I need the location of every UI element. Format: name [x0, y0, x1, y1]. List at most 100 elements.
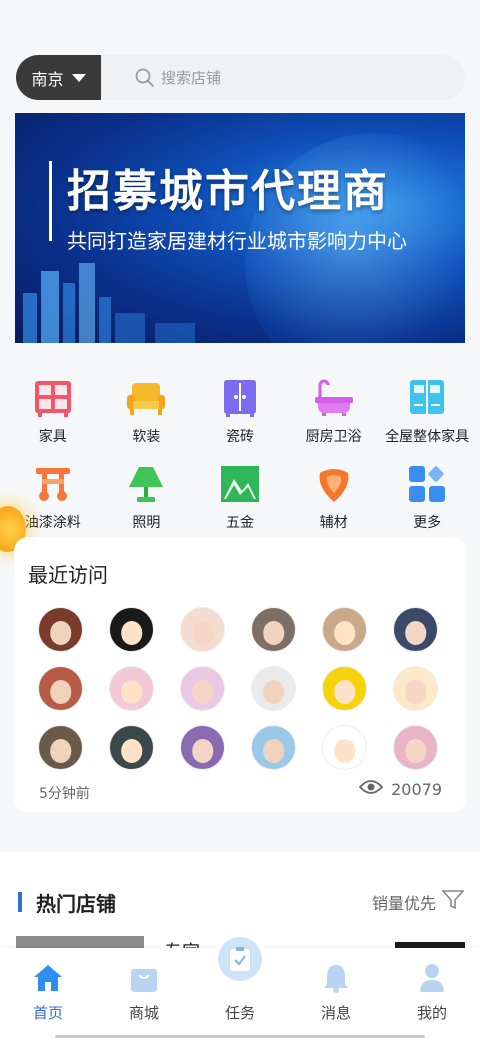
- banner-title: 招募城市代理商: [67, 166, 389, 217]
- task-spacer: [224, 962, 256, 994]
- bell-icon: [320, 962, 352, 994]
- category-label: 五金: [225, 515, 254, 531]
- nav-task[interactable]: 任务: [210, 962, 270, 1023]
- avatar-face: [404, 738, 427, 763]
- search-placeholder: 搜索店铺: [161, 69, 222, 87]
- avatar-face: [191, 679, 214, 704]
- avatar-face: [191, 620, 214, 645]
- sort-label: 销量优先: [371, 894, 436, 913]
- hardware-icon: [220, 464, 260, 504]
- category-label: 厨房卫浴: [305, 429, 362, 445]
- avatar-face: [49, 679, 72, 704]
- avatar-face: [404, 679, 427, 704]
- view-count-value: 20079: [391, 779, 442, 799]
- avatar-face: [120, 738, 143, 763]
- avatar-face: [333, 620, 356, 645]
- search-icon: [135, 68, 155, 88]
- eye-icon: [358, 779, 384, 799]
- lamp-icon: [126, 464, 166, 504]
- category-tile[interactable]: 瓷砖: [193, 378, 287, 446]
- material-icon: [314, 464, 354, 504]
- title-divider: [49, 161, 52, 241]
- visitor-avatar[interactable]: [393, 607, 438, 652]
- visitor-avatar[interactable]: [180, 666, 225, 711]
- city-skyline-graphic: [23, 263, 195, 343]
- visitor-avatar[interactable]: [322, 725, 367, 770]
- category-label: 照明: [132, 515, 161, 531]
- avatar-face: [262, 620, 285, 645]
- visitor-avatar[interactable]: [109, 666, 154, 711]
- home-icon: [32, 962, 64, 994]
- bottom-nav: 首页 商城 任务 消息 我的: [0, 932, 480, 1040]
- sort-selector[interactable]: 销量优先: [371, 890, 465, 914]
- wardrobe-icon: [407, 378, 447, 418]
- visitor-avatar[interactable]: [393, 725, 438, 770]
- category-auxiliary[interactable]: 辅材: [287, 464, 381, 532]
- visitor-avatar[interactable]: [322, 666, 367, 711]
- recent-visits-card: 最近访问 5分钟前 20079: [14, 537, 466, 812]
- avatar-face: [333, 679, 356, 704]
- category-label: 辅材: [319, 515, 348, 531]
- search-bar[interactable]: 南京 搜索店铺: [16, 55, 465, 100]
- view-count: 20079: [358, 779, 442, 799]
- category-furniture[interactable]: 家具: [6, 378, 100, 446]
- category-label: 瓷砖: [225, 429, 254, 445]
- visitor-avatar[interactable]: [180, 607, 225, 652]
- visitor-avatar[interactable]: [322, 607, 367, 652]
- visitor-avatar[interactable]: [38, 725, 83, 770]
- caret-down-icon: [71, 73, 86, 82]
- search-input[interactable]: 搜索店铺: [135, 67, 221, 88]
- nav-label: 消息: [320, 1004, 351, 1022]
- nav-mine[interactable]: 我的: [402, 962, 462, 1023]
- category-label: 油漆涂料: [24, 515, 81, 531]
- visitor-avatar[interactable]: [251, 725, 296, 770]
- nav-label: 首页: [32, 1004, 63, 1022]
- visitor-avatar[interactable]: [109, 607, 154, 652]
- banner-subtitle: 共同打造家居建材行业城市影响力中心: [67, 229, 407, 253]
- visitor-avatar[interactable]: [109, 725, 154, 770]
- avatar-grid: [38, 607, 448, 770]
- nav-label: 任务: [224, 1004, 255, 1022]
- visitor-avatar[interactable]: [38, 607, 83, 652]
- avatar-face: [120, 620, 143, 645]
- avatar-face: [49, 738, 72, 763]
- category-label: 更多: [413, 515, 442, 531]
- city-label: 南京: [31, 69, 64, 89]
- bathtub-icon: [314, 378, 354, 418]
- filter-icon: [441, 890, 465, 914]
- avatar-face: [262, 738, 285, 763]
- promo-banner[interactable]: 招募城市代理商 共同打造家居建材行业城市影响力中心: [15, 113, 465, 343]
- paint-icon: [33, 464, 73, 504]
- visitor-avatar[interactable]: [393, 666, 438, 711]
- recent-title: 最近访问: [28, 563, 108, 587]
- category-soft-decor[interactable]: 软装: [100, 378, 194, 446]
- category-kitchen-bath[interactable]: 厨房卫浴: [287, 378, 381, 446]
- category-label: 全屋整体家具: [385, 429, 470, 445]
- visitor-avatar[interactable]: [38, 666, 83, 711]
- nav-home[interactable]: 首页: [18, 962, 78, 1023]
- home-indicator: [55, 1035, 425, 1038]
- nav-mall[interactable]: 商城: [114, 962, 174, 1023]
- user-icon: [416, 962, 448, 994]
- category-lighting[interactable]: 照明: [100, 464, 194, 532]
- visitor-avatar[interactable]: [251, 607, 296, 652]
- category-whole-house[interactable]: 全屋整体家具: [380, 378, 474, 446]
- last-visit-time: 5分钟前: [39, 786, 90, 802]
- visitor-avatar[interactable]: [180, 725, 225, 770]
- category-more[interactable]: 更多: [380, 464, 474, 532]
- category-hardware[interactable]: 五金: [193, 464, 287, 532]
- hot-shops-title: 热门店铺: [36, 892, 116, 916]
- category-label: 家具: [38, 429, 67, 445]
- city-selector[interactable]: 南京: [16, 55, 101, 100]
- avatar-face: [404, 620, 427, 645]
- nav-label: 商城: [128, 1004, 159, 1022]
- cabinet-icon: [33, 378, 73, 418]
- nav-messages[interactable]: 消息: [306, 962, 366, 1023]
- visitor-avatar[interactable]: [251, 666, 296, 711]
- nav-label: 我的: [416, 1004, 447, 1022]
- category-label: 软装: [132, 429, 161, 445]
- avatar-face: [120, 679, 143, 704]
- category-grid: 家具 软装 瓷砖 厨房卫浴 全屋整体家具 油漆涂料 照明 五金 辅材 更多: [6, 378, 474, 532]
- more-icon: [407, 464, 447, 504]
- section-accent-bar: [18, 892, 22, 912]
